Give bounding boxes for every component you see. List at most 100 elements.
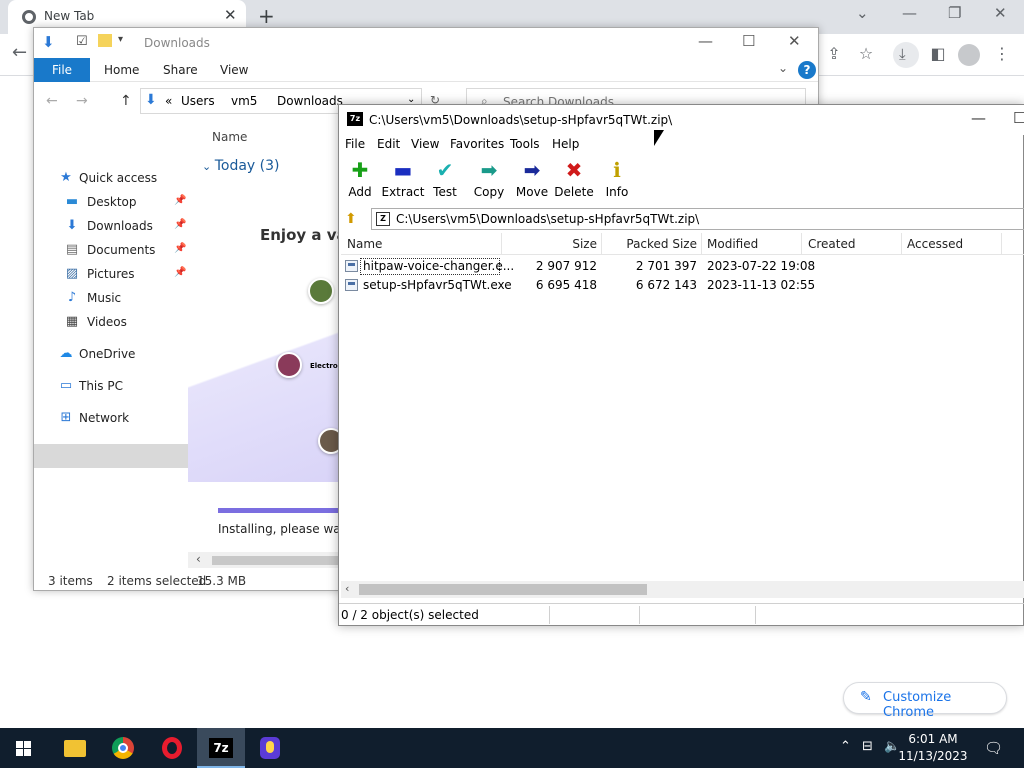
explorer-minimize-button[interactable]: — bbox=[698, 32, 713, 50]
profile-avatar[interactable] bbox=[958, 44, 980, 66]
network-icon[interactable]: ⊟ bbox=[862, 739, 873, 754]
breadcrumb-users[interactable]: Users bbox=[181, 94, 215, 108]
bookmark-star-icon[interactable]: ☆ bbox=[854, 44, 878, 63]
group-header-today[interactable]: ⌄ Today (3) bbox=[202, 158, 280, 174]
nav-item-pictures[interactable]: ▨ Pictures 📌 bbox=[34, 262, 188, 286]
new-tab-button[interactable]: + bbox=[258, 4, 275, 28]
breadcrumb-downloads[interactable]: Downloads bbox=[277, 94, 343, 108]
taskbar-opera[interactable] bbox=[148, 728, 196, 768]
column-header-size[interactable]: Size bbox=[537, 237, 597, 251]
nav-item-onedrive[interactable]: ☁ OneDrive bbox=[34, 342, 188, 366]
column-header-modified[interactable]: Modified bbox=[707, 237, 758, 251]
menu-help[interactable]: Help bbox=[552, 137, 579, 151]
scroll-left-arrow-icon[interactable]: ‹ bbox=[196, 552, 201, 566]
toolbar-copy-button[interactable]: ➡ Copy bbox=[465, 157, 513, 203]
table-row[interactable]: setup-sHpfavr5qTWt.exe 6 695 418 6 672 143… bbox=[341, 276, 1024, 295]
breadcrumb-overflow[interactable]: « bbox=[165, 94, 172, 108]
preview-purple-banner bbox=[188, 322, 338, 482]
tray-chevron-up-icon[interactable]: ⌃ bbox=[840, 739, 851, 754]
side-panel-icon[interactable]: ◧ bbox=[926, 44, 950, 63]
7zip-maximize-button[interactable]: ☐ bbox=[1013, 109, 1024, 127]
install-progress-bar bbox=[218, 508, 338, 513]
taskbar-file-explorer[interactable] bbox=[50, 728, 98, 768]
7zip-address-row: ⬆ Z C:\Users\vm5\Downloads\setup-sHpfavr… bbox=[339, 207, 1024, 231]
nav-item-documents[interactable]: ▤ Documents 📌 bbox=[34, 238, 188, 262]
archive-icon: Z bbox=[376, 212, 390, 226]
qat-dropdown-icon[interactable]: ▾ bbox=[118, 34, 123, 45]
horizontal-scrollbar[interactable]: ‹ bbox=[188, 552, 338, 568]
nav-item-network[interactable]: ⊞ Network bbox=[34, 406, 188, 430]
taskbar-chrome[interactable] bbox=[99, 728, 147, 768]
ribbon-file-tab[interactable]: File bbox=[34, 58, 90, 82]
share-icon[interactable]: ⇪ bbox=[822, 44, 846, 63]
menu-view[interactable]: View bbox=[411, 137, 439, 151]
toolbar-info-button[interactable]: ℹ Info bbox=[593, 157, 641, 203]
toolbar-add-button[interactable]: ✚ Add bbox=[336, 157, 384, 203]
ribbon-share-tab[interactable]: Share bbox=[163, 63, 198, 77]
chrome-logo-icon bbox=[22, 10, 36, 24]
toolbar-delete-button[interactable]: ✖ Delete bbox=[550, 157, 598, 203]
nav-item-desktop[interactable]: ▬ Desktop 📌 bbox=[34, 190, 188, 214]
avatar bbox=[276, 352, 302, 378]
scroll-left-arrow-icon[interactable]: ‹ bbox=[345, 582, 349, 595]
toolbar-test-button[interactable]: ✔ Test bbox=[421, 157, 469, 203]
chrome-minimize-button[interactable]: — bbox=[902, 4, 917, 22]
table-row[interactable]: hitpaw-voice-changer.e... 2 907 912 2 701 … bbox=[341, 257, 1024, 276]
nav-item-downloads[interactable]: ⬇ Downloads 📌 bbox=[34, 214, 188, 238]
menu-favorites[interactable]: Favorites bbox=[450, 137, 504, 151]
7zip-horizontal-scrollbar[interactable]: ‹ bbox=[341, 581, 1024, 598]
toolbar-label: Copy bbox=[473, 185, 505, 199]
toolbar-move-button[interactable]: ➡ Move bbox=[508, 157, 556, 203]
taskbar-voice-app[interactable] bbox=[246, 728, 294, 768]
tab-close-icon[interactable]: ✕ bbox=[224, 6, 237, 24]
column-header-created[interactable]: Created bbox=[808, 237, 856, 251]
notifications-icon[interactable]: 🗨 bbox=[984, 739, 1003, 757]
menu-edit[interactable]: Edit bbox=[377, 137, 400, 151]
scrollbar-thumb[interactable] bbox=[359, 584, 647, 595]
column-header-accessed[interactable]: Accessed bbox=[907, 237, 963, 251]
7zip-toolbar: ✚ Add ▬ Extract ✔ Test ➡ Copy ➡ Move ✖ Delete ℹ Info bbox=[339, 157, 1024, 205]
back-icon[interactable]: ← bbox=[46, 93, 58, 109]
help-icon[interactable]: ? bbox=[798, 61, 816, 79]
column-header-name[interactable]: Name bbox=[347, 237, 382, 251]
nav-item-this-pc[interactable]: ▭ This PC bbox=[34, 374, 188, 398]
column-header-name[interactable]: Name bbox=[212, 130, 247, 144]
explorer-maximize-button[interactable]: ☐ bbox=[742, 32, 755, 50]
nav-item-music[interactable]: ♪ Music bbox=[34, 286, 188, 310]
7zip-path-text: C:\Users\vm5\Downloads\setup-sHpfavr5qTW… bbox=[396, 212, 700, 226]
scrollbar-thumb[interactable] bbox=[212, 556, 338, 565]
chrome-close-button[interactable]: ✕ bbox=[994, 4, 1007, 22]
back-arrow-icon[interactable]: ← bbox=[12, 42, 27, 63]
start-button[interactable] bbox=[0, 728, 48, 768]
up-icon[interactable]: ↑ bbox=[120, 93, 132, 109]
download-icon[interactable]: ⤓ bbox=[893, 42, 919, 68]
clock-date[interactable]: 11/13/2023 bbox=[898, 749, 968, 763]
menu-tools[interactable]: Tools bbox=[510, 137, 540, 151]
clock-time[interactable]: 6:01 AM bbox=[898, 732, 968, 746]
properties-check-icon[interactable]: ☑ bbox=[76, 34, 88, 49]
column-header-packed-size[interactable]: Packed Size bbox=[611, 237, 697, 251]
explorer-close-button[interactable]: ✕ bbox=[788, 32, 801, 50]
preview-heading: Enjoy a va bbox=[260, 226, 338, 244]
ribbon-view-tab[interactable]: View bbox=[220, 63, 248, 77]
chrome-restore-button[interactable]: ❐ bbox=[948, 4, 961, 22]
customize-chrome-button[interactable]: ✎ Customize Chrome bbox=[843, 682, 1007, 720]
taskbar-7zip[interactable]: 7z bbox=[197, 728, 245, 768]
menu-kebab-icon[interactable]: ⋮ bbox=[990, 44, 1014, 63]
folder-up-icon[interactable]: ⬆ bbox=[345, 211, 361, 227]
new-folder-icon[interactable] bbox=[98, 34, 112, 47]
breadcrumb-vm5[interactable]: vm5 bbox=[231, 94, 257, 108]
nav-item-videos[interactable]: ▦ Videos bbox=[34, 310, 188, 334]
explorer-title-bar: ⬇ ☑ ▾ Downloads — ☐ ✕ bbox=[34, 28, 818, 58]
nav-item-label: Documents bbox=[87, 243, 156, 257]
ribbon-expand-chevron-icon[interactable]: ⌄ bbox=[778, 61, 788, 75]
explorer-title: Downloads bbox=[144, 36, 210, 50]
ribbon-home-tab[interactable]: Home bbox=[104, 63, 139, 77]
7zip-minimize-button[interactable]: — bbox=[971, 109, 986, 127]
menu-file[interactable]: File bbox=[345, 137, 365, 151]
forward-icon[interactable]: → bbox=[76, 93, 88, 109]
tab-search-chevron-icon[interactable]: ⌄ bbox=[856, 4, 869, 22]
7zip-path-field[interactable]: Z C:\Users\vm5\Downloads\setup-sHpfavr5q… bbox=[371, 208, 1024, 230]
nav-item-quick-access[interactable]: ★ Quick access bbox=[34, 166, 188, 190]
toolbar-extract-button[interactable]: ▬ Extract bbox=[379, 157, 427, 203]
